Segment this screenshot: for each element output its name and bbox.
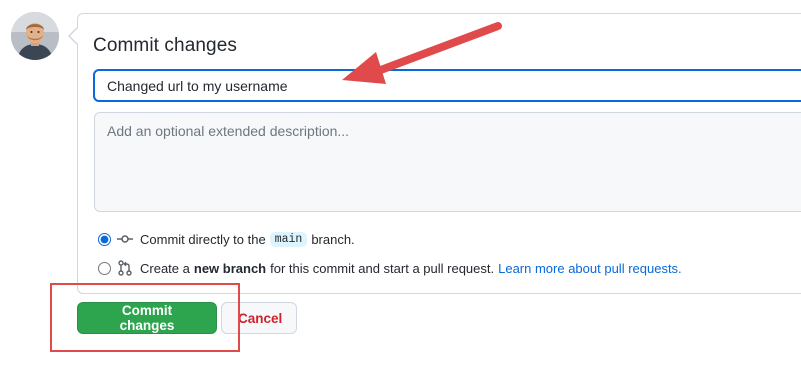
commit-changes-button[interactable]: Commit changes: [77, 302, 217, 334]
commit-summary-input[interactable]: [93, 69, 801, 102]
cancel-button[interactable]: Cancel: [221, 302, 297, 334]
commit-dialog-screen: Commit changes Commit directly to the ma…: [0, 0, 801, 374]
new-branch-radio[interactable]: [98, 261, 111, 275]
learn-more-pull-requests-link[interactable]: Learn more about pull requests.: [498, 261, 682, 276]
git-pull-request-icon: [118, 260, 132, 276]
commit-directly-radio[interactable]: [98, 232, 111, 246]
commit-directly-text: Commit directly to the: [140, 231, 266, 247]
page-title: Commit changes: [93, 35, 237, 56]
new-branch-option[interactable]: Create a new branch for this commit and …: [98, 258, 682, 278]
commit-description-textarea[interactable]: [94, 112, 801, 212]
new-branch-bold: new branch: [193, 260, 267, 276]
branch-name-chip: main: [269, 231, 308, 247]
avatar: [11, 12, 59, 60]
commit-directly-suffix: branch.: [311, 231, 355, 247]
new-branch-text-after: for this commit and start a pull request…: [270, 260, 495, 276]
avatar-image: [11, 12, 59, 60]
git-commit-icon: [117, 235, 133, 243]
panel-caret-inner: [70, 28, 78, 44]
commit-directly-option[interactable]: Commit directly to the main branch.: [98, 229, 355, 249]
new-branch-text-before: Create a: [140, 260, 190, 276]
